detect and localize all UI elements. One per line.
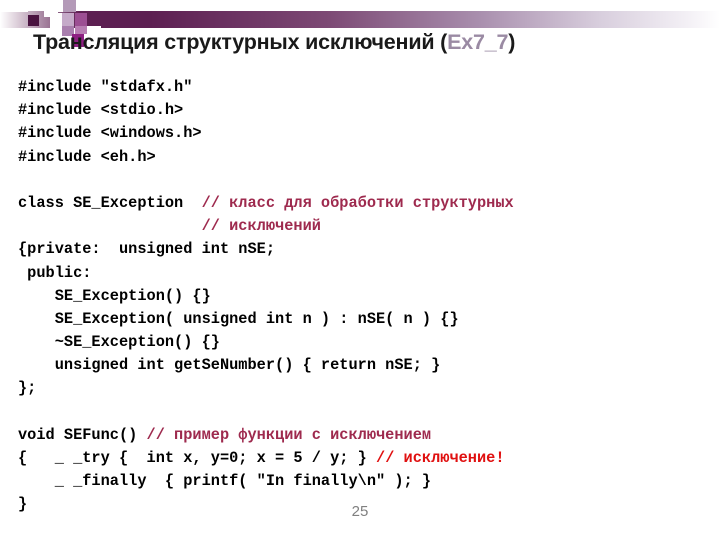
code-line: };	[18, 379, 37, 398]
code-line: #include <stdio.h>	[18, 101, 184, 120]
code-line: class SE_Exception // класс для обработк…	[18, 192, 718, 215]
page-number: 25	[351, 503, 369, 520]
decoration-square	[75, 13, 87, 26]
page-title: Трансляция структурных исключений (Ex7_7…	[33, 30, 703, 55]
code-line: public:	[18, 263, 92, 282]
code-line: SE_Exception( unsigned int n ) : nSE( n …	[18, 309, 459, 328]
gradient-band	[0, 11, 720, 28]
decoration-square	[0, 0, 28, 12]
page-title-close: )	[508, 30, 516, 54]
code-line: _ _finally { printf( "In finally\n" ); }	[18, 472, 432, 491]
decoration-square	[50, 13, 62, 26]
decoration-square	[0, 28, 24, 42]
code-text: { _ _try { int x, y=0; x = 5 / y; }	[18, 449, 377, 467]
page-title-main: Трансляция структурных исключений (	[33, 30, 448, 54]
code-text: void SEFunc()	[18, 425, 147, 444]
code-line: void SEFunc() // пример функции с исключ…	[18, 424, 718, 447]
page-title-code-ref: Ex7_7	[447, 30, 509, 54]
decoration-square	[58, 0, 63, 12]
code-line: #include <windows.h>	[18, 124, 202, 143]
code-line: SE_Exception() {}	[18, 286, 211, 305]
code-line: // исключений	[18, 215, 718, 238]
decoration-square	[63, 0, 76, 12]
code-line: {private: unsigned int nSE;	[18, 240, 276, 259]
code-line: #include "stdafx.h"	[18, 78, 193, 96]
decoration-square	[62, 13, 74, 26]
code-line: unsigned int getSeNumber() { return nSE;…	[18, 356, 441, 375]
code-comment: // исключений	[201, 217, 321, 236]
code-comment: // пример функции с исключением	[146, 425, 432, 444]
code-comment: // класс для обработки структурных	[201, 193, 514, 212]
code-text: class SE_Exception	[18, 193, 202, 212]
code-line: ~SE_Exception() {}	[18, 333, 220, 352]
code-line: #include <eh.h>	[18, 147, 156, 166]
code-line: { _ _try { int x, y=0; x = 5 / y; } // и…	[18, 447, 718, 470]
decoration-square	[28, 15, 39, 26]
code-comment-alert: // исключение!	[376, 449, 505, 467]
code-listing: #include "stdafx.h" #include <stdio.h> #in…	[18, 76, 718, 517]
